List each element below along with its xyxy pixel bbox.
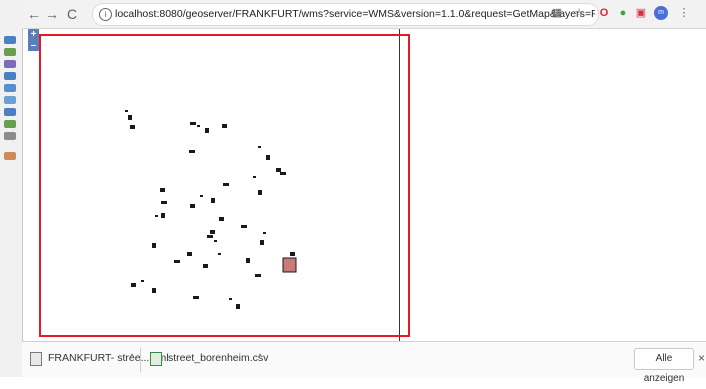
csv-file-icon <box>150 352 162 366</box>
download-item[interactable]: FRANKFURT- stree....kml ^ <box>30 350 169 368</box>
chevron-up-icon[interactable]: ^ <box>130 352 134 362</box>
download-filename[interactable]: street_borenheim.csv <box>168 352 268 364</box>
downloads-bar: FRANKFURT- stree....kml ^ street_borenhe… <box>22 341 706 384</box>
show-all-downloads-button[interactable]: Alle anzeigen <box>634 348 694 384</box>
close-downloads-bar-icon[interactable]: × <box>698 351 705 365</box>
highlight-frame <box>39 34 410 337</box>
chevron-up-icon[interactable]: ^ <box>258 352 262 362</box>
download-item[interactable]: street_borenheim.csv ^ <box>150 350 270 368</box>
divider <box>140 348 141 372</box>
file-icon <box>30 352 42 366</box>
